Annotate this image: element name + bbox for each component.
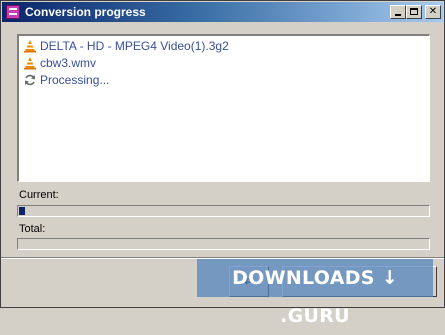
conversion-progress-window: Conversion progress ✕ DELTA - HD - MPEG4… xyxy=(0,0,445,327)
close-button[interactable]: ✕ xyxy=(425,5,441,19)
list-item-label: Processing... xyxy=(40,73,110,87)
file-list[interactable]: DELTA - HD - MPEG4 Video(1).3g2 cbw3.wmv… xyxy=(17,34,430,182)
list-item-label: cbw3.wmv xyxy=(40,56,97,70)
app-icon xyxy=(6,5,20,19)
close-icon: ✕ xyxy=(428,6,438,17)
maximize-button[interactable] xyxy=(406,5,422,19)
list-item[interactable]: DELTA - HD - MPEG4 Video(1).3g2 xyxy=(23,38,229,54)
list-item[interactable]: Processing... xyxy=(23,72,109,88)
minimize-button[interactable] xyxy=(390,5,406,19)
current-label: Current: xyxy=(19,189,59,201)
window-title: Conversion progress xyxy=(25,5,146,19)
vlc-cone-icon xyxy=(24,57,36,70)
total-label: Total: xyxy=(19,223,46,235)
maximize-icon xyxy=(410,8,418,15)
list-item-label: DELTA - HD - MPEG4 Video(1).3g2 xyxy=(40,39,229,53)
current-progress-fill xyxy=(19,207,25,215)
total-progress-bar xyxy=(17,238,430,250)
refresh-icon xyxy=(25,74,35,86)
watermark: DOWNLOADS ↓ .GURU xyxy=(197,259,433,327)
minimize-icon xyxy=(395,14,401,16)
vlc-cone-icon xyxy=(24,40,36,53)
list-item[interactable]: cbw3.wmv xyxy=(23,55,96,71)
title-bar[interactable]: Conversion progress ✕ xyxy=(2,2,443,22)
current-progress-bar xyxy=(17,205,430,217)
